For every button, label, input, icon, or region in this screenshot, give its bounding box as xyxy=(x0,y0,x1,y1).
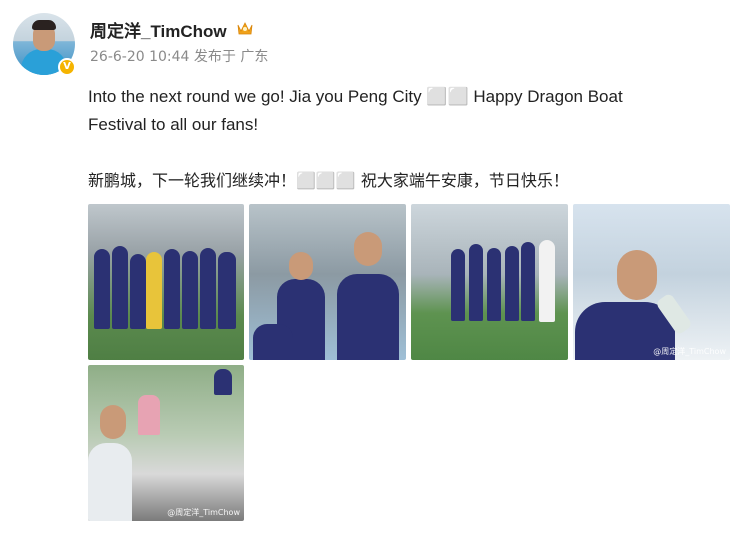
player-figure xyxy=(505,246,519,321)
player-face xyxy=(100,405,126,439)
kid-figure xyxy=(253,324,293,360)
player-figure xyxy=(337,274,399,360)
post-photo-team-pitch[interactable] xyxy=(411,204,568,360)
post-text-english-1: Into the next round we go! Jia you Peng … xyxy=(88,87,623,106)
opponent-figure xyxy=(539,240,555,322)
crown-icon xyxy=(237,22,253,35)
avatar-hair xyxy=(32,20,56,30)
post-photo-player-drinking[interactable]: @周定洋_TimChow xyxy=(573,204,730,360)
player-figure xyxy=(88,443,132,521)
player-figure xyxy=(130,254,146,329)
post-text-english-2: Festival to all our fans! xyxy=(88,115,259,134)
post-body: Into the next round we go! Jia you Peng … xyxy=(88,83,708,195)
player-figure xyxy=(469,244,483,321)
post-text-chinese: 新鹏城，下一轮我们继续冲！⬜⬜⬜ 祝大家端午安康，节日快乐！ xyxy=(88,171,569,190)
player-figure xyxy=(218,252,236,329)
player-figure xyxy=(487,248,501,321)
photo-watermark: @周定洋_TimChow xyxy=(653,347,726,356)
player-figure xyxy=(164,249,180,329)
post-timestamp-location: 26-6-20 10:44 发布于 广东 xyxy=(90,49,269,65)
post-photo-team[interactable] xyxy=(88,204,244,360)
goalkeeper-figure xyxy=(146,252,162,329)
post-photo-player-stands[interactable]: @周定洋_TimChow xyxy=(88,365,244,521)
author-name[interactable]: 周定洋_TimChow xyxy=(90,17,227,42)
kid-face xyxy=(289,252,313,280)
player-figure xyxy=(200,248,216,329)
player-face xyxy=(354,232,382,266)
photo-watermark: @周定洋_TimChow xyxy=(167,508,240,517)
player-figure xyxy=(94,249,110,329)
post-photo-player-kids[interactable] xyxy=(249,204,406,360)
player-face xyxy=(617,250,657,300)
spectator-figure xyxy=(214,369,232,395)
author-avatar[interactable]: V xyxy=(13,13,76,76)
player-figure xyxy=(451,249,465,321)
child-figure xyxy=(138,395,160,435)
player-figure xyxy=(112,246,128,329)
player-figure xyxy=(521,242,535,321)
player-figure xyxy=(182,251,198,329)
verified-v-icon: V xyxy=(58,58,76,76)
